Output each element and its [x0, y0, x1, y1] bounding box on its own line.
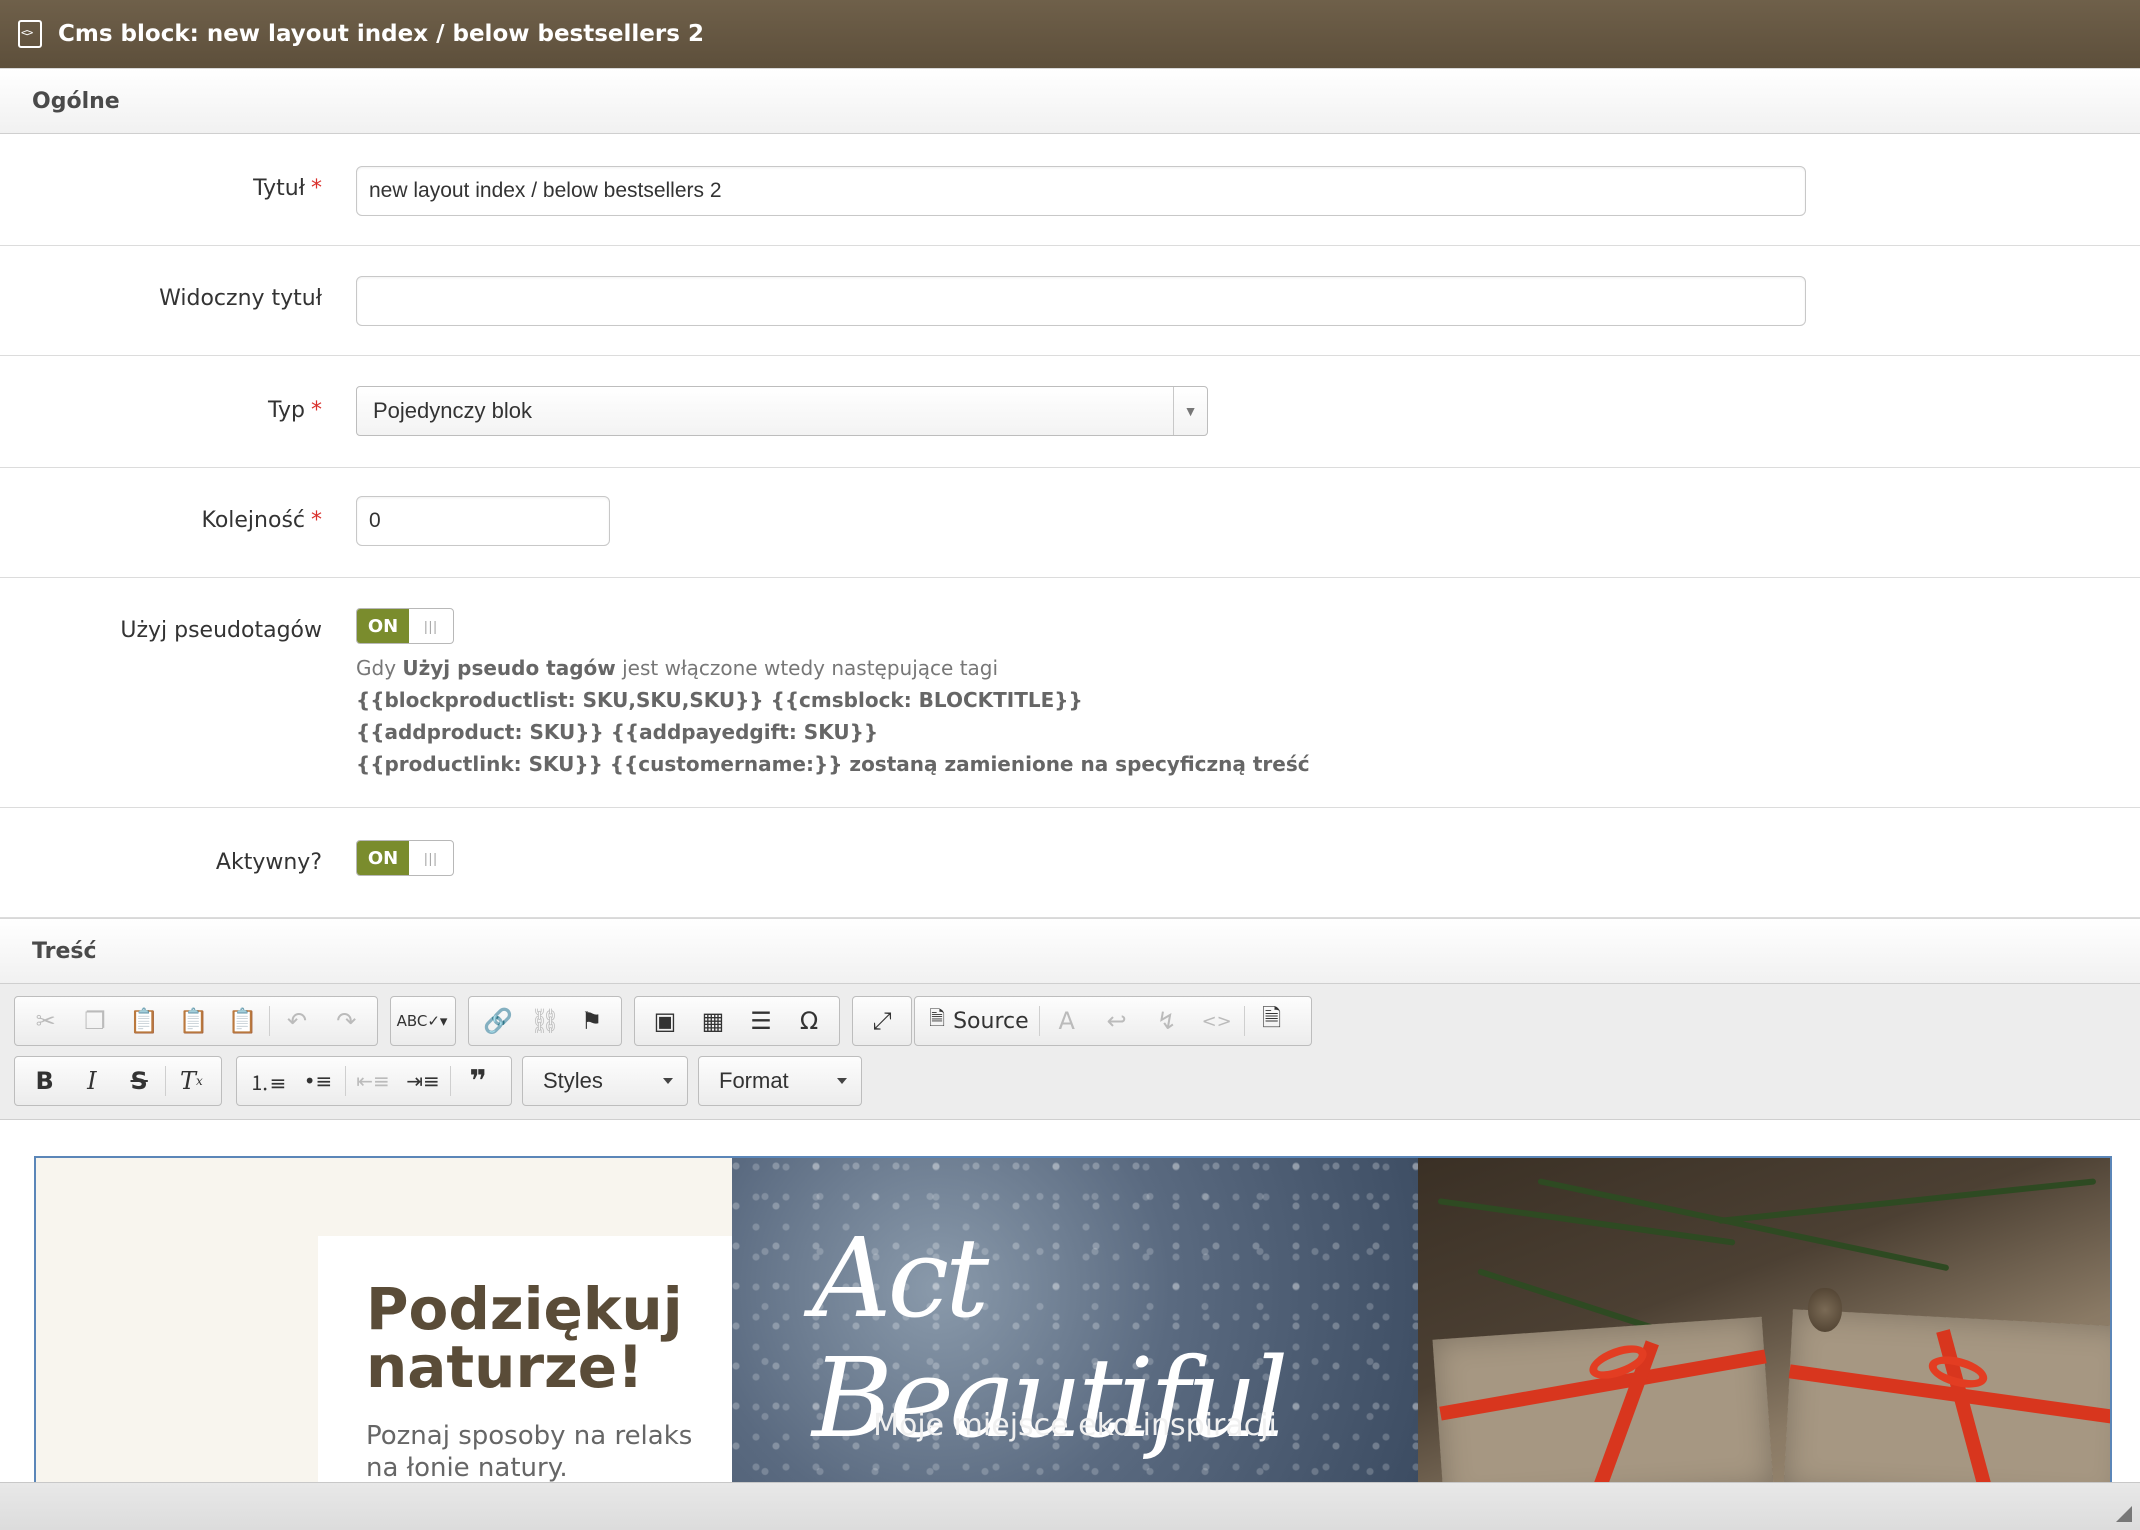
horizontal-rule-icon[interactable]: ☰: [737, 999, 785, 1043]
pine-cone: [1808, 1288, 1842, 1332]
banner-text-card: Podziękuj naturze! Poznaj sposoby na rel…: [318, 1236, 732, 1482]
code-document-icon: [18, 20, 42, 48]
banner-subtext: Poznaj sposoby na relaks na łonie natury…: [366, 1421, 693, 1482]
required-asterisk: *: [311, 508, 322, 533]
order-label: Kolejność *: [201, 508, 322, 533]
help-line-4: {{productlink: SKU}} {{customername:}} z…: [356, 752, 1310, 776]
required-asterisk: *: [311, 398, 322, 423]
paste-text-icon[interactable]: 📋: [169, 999, 218, 1043]
autoformat-icon[interactable]: A: [1042, 999, 1092, 1043]
type-select[interactable]: Pojedynczy blok ▼: [356, 386, 1208, 436]
form-row-title: Tytuł * new layout index / below bestsell…: [0, 134, 2140, 246]
table-icon[interactable]: ▦: [689, 999, 737, 1043]
bulleted-list-icon[interactable]: •≡: [293, 1059, 343, 1103]
outdent-icon[interactable]: ⇤≡: [348, 1059, 398, 1103]
format-label: Format: [719, 1068, 789, 1093]
toolbar-group-clipboard: ✂ ❐ 📋 📋 📋 ↶ ↷: [14, 996, 378, 1046]
toolbar-group-lists: ⒈≡ •≡ ⇤≡ ⇥≡ ❞: [236, 1056, 512, 1106]
window-titlebar: Cms block: new layout index / below best…: [0, 0, 2140, 68]
help-line-2: {{blockproductlist: SKU,SKU,SKU}} {{cmsb…: [356, 688, 1083, 712]
active-toggle[interactable]: ON |||: [356, 840, 454, 876]
editor-statusbar: [0, 1482, 2140, 1530]
remove-format-icon[interactable]: ↯: [1142, 999, 1192, 1043]
styles-dropdown[interactable]: Styles: [522, 1056, 688, 1106]
toolbar-group-insert: ▣ ▦ ☰ Ω: [634, 996, 840, 1046]
title-label: Tytuł *: [253, 176, 322, 201]
numbered-list-icon[interactable]: ⒈≡: [243, 1059, 293, 1103]
order-input[interactable]: 0: [356, 496, 610, 546]
banner-tagline: Moje miejsce eko-inspiracji: [873, 1408, 1277, 1443]
maximize-icon[interactable]: ⤢: [859, 999, 905, 1043]
toolbar-group-maximize: ⤢: [852, 996, 912, 1046]
undo-icon[interactable]: ↶: [272, 999, 321, 1043]
form-row-order: Kolejność * 0: [0, 468, 2140, 578]
pseudotags-toggle[interactable]: ON |||: [356, 608, 454, 644]
toolbar-group-basic-styles: B I S Tx: [14, 1056, 222, 1106]
paste-icon[interactable]: 📋: [120, 999, 169, 1043]
help-line-1: Gdy Użyj pseudo tagów jest włączone wted…: [356, 656, 999, 680]
pine-branch: [1717, 1178, 2097, 1224]
italic-icon[interactable]: I: [68, 1059, 115, 1103]
caret-down-icon: [663, 1078, 673, 1084]
link-icon[interactable]: 🔗: [475, 999, 522, 1043]
cut-icon[interactable]: ✂: [21, 999, 70, 1043]
special-char-omega-icon[interactable]: Ω: [785, 999, 833, 1043]
window-title: Cms block: new layout index / below best…: [58, 21, 704, 47]
form-row-active: Aktywny? ON |||: [0, 808, 2140, 918]
image-icon[interactable]: ▣: [641, 999, 689, 1043]
styles-label: Styles: [543, 1068, 603, 1093]
bold-icon[interactable]: B: [21, 1059, 68, 1103]
toggle-on-label: ON: [357, 609, 409, 643]
visible-title-input[interactable]: [356, 276, 1806, 326]
type-label: Typ *: [268, 398, 322, 423]
editor-content-area[interactable]: Podziękuj naturze! Poznaj sposoby na rel…: [0, 1120, 2140, 1482]
redo-icon[interactable]: ↷: [322, 999, 371, 1043]
anchor-flag-icon[interactable]: ⚑: [568, 999, 615, 1043]
code-snippet-icon[interactable]: <>: [1192, 999, 1242, 1043]
indent-icon[interactable]: ⇥≡: [398, 1059, 448, 1103]
toggle-handle-icon: |||: [424, 850, 438, 866]
paste-word-icon[interactable]: 📋: [218, 999, 267, 1043]
toolbar-group-links: 🔗 ⛓ ⚑: [468, 996, 622, 1046]
source-document-icon: 🗎: [929, 1006, 946, 1030]
format-dropdown[interactable]: Format: [698, 1056, 862, 1106]
required-asterisk: *: [311, 176, 322, 201]
source-button[interactable]: 🗎 Source: [921, 999, 1037, 1043]
active-label: Aktywny?: [215, 850, 322, 875]
section-general-header: Ogólne: [0, 68, 2140, 134]
toolbar-group-spellcheck: ABC✓▾: [390, 996, 456, 1046]
banner-panel-thank-nature: Podziękuj naturze! Poznaj sposoby na rel…: [36, 1158, 732, 1482]
restore-icon[interactable]: ↩: [1092, 999, 1142, 1043]
section-content-header: Treść: [0, 918, 2140, 984]
banner-panel-gifts-image: [1418, 1158, 2110, 1482]
help-line-3: {{addproduct: SKU}} {{addpayedgift: SKU}…: [356, 720, 879, 744]
toolbar-group-source: 🗎 Source A ↩ ↯ <> 🗎: [914, 996, 1312, 1046]
banner-panel-act-beautiful: Act Beautiful Moje miejsce eko-inspiracj…: [732, 1158, 1418, 1482]
pseudotags-label: Użyj pseudotagów: [120, 618, 322, 643]
title-input[interactable]: new layout index / below bestsellers 2: [356, 166, 1806, 216]
form-row-type: Typ * Pojedynczy blok ▼: [0, 356, 2140, 468]
content-banner[interactable]: Podziękuj naturze! Poznaj sposoby na rel…: [34, 1156, 2112, 1482]
editor-toolbar: ✂ ❐ 📋 📋 📋 ↶ ↷ ABC✓▾ 🔗 ⛓ ⚑ ▣ ▦ ☰ Ω ⤢ 🗎 So…: [0, 984, 2140, 1120]
select-arrow-icon[interactable]: ▼: [1173, 387, 1207, 435]
clear-format-icon[interactable]: Tx: [168, 1059, 215, 1103]
strikethrough-icon[interactable]: S: [116, 1059, 163, 1103]
pine-branch: [1437, 1198, 1736, 1246]
resize-handle-icon[interactable]: [2116, 1506, 2132, 1522]
type-select-value: Pojedynczy blok: [373, 398, 532, 423]
pseudotags-help: Gdy Użyj pseudo tagów jest włączone wted…: [356, 652, 1310, 780]
banner-headline: Podziękuj naturze!: [366, 1275, 683, 1401]
toggle-on-label: ON: [357, 841, 409, 875]
copy-icon[interactable]: ❐: [70, 999, 119, 1043]
unlink-icon[interactable]: ⛓: [522, 999, 569, 1043]
document-icon[interactable]: 🗎: [1247, 999, 1297, 1043]
source-label: Source: [953, 1008, 1029, 1034]
toggle-handle-icon: |||: [424, 618, 438, 634]
spellcheck-icon[interactable]: ABC✓▾: [397, 999, 448, 1043]
caret-down-icon: [837, 1078, 847, 1084]
visible-title-label: Widoczny tytuł: [159, 286, 322, 311]
blockquote-icon[interactable]: ❞: [453, 1059, 503, 1103]
form-row-visible-title: Widoczny tytuł: [0, 246, 2140, 356]
form-row-pseudotags: Użyj pseudotagów ON ||| Gdy Użyj pseudo …: [0, 578, 2140, 808]
